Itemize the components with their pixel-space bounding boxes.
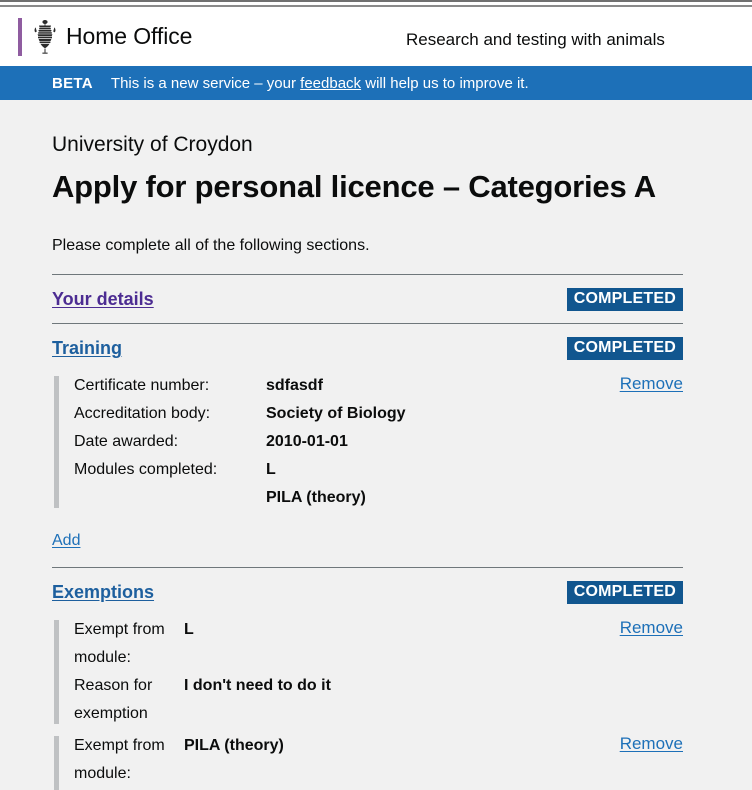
task-section-exemptions: Exemptions COMPLETED (52, 568, 683, 616)
detail-value-line: PILA (theory) (266, 489, 366, 507)
phase-text-before: This is a new service – your (110, 74, 296, 92)
window-top-edge (0, 0, 752, 7)
remove-link[interactable]: Remove (620, 618, 683, 638)
training-entry: Remove Certificate number: sdfasdf Accre… (52, 372, 683, 512)
sidebar-item-exemptions[interactable]: Exemptions (52, 582, 154, 603)
site-header: Home Office Research and testing with an… (0, 7, 752, 66)
detail-value: Society of Biology (266, 405, 406, 423)
phase-banner: BETA This is a new service – your feedba… (0, 66, 752, 100)
task-section-training: Training COMPLETED (52, 324, 683, 372)
phase-banner-text: This is a new service – your feedback wi… (111, 75, 529, 92)
status-badge: COMPLETED (566, 580, 683, 604)
detail-value: L (184, 621, 194, 639)
task-list: Your details COMPLETED Training COMPLETE… (52, 274, 683, 790)
main-content: University of Croydon Apply for personal… (0, 100, 752, 790)
detail-value: 2010-01-01 (266, 433, 348, 451)
remove-link[interactable]: Remove (620, 734, 683, 754)
detail-value: PILA (theory) (184, 737, 284, 755)
exemption-entry: Remove Exempt from module: PILA (theory)… (52, 732, 683, 790)
detail-value: I don't need to do it (184, 677, 331, 695)
detail-row: Certificate number: sdfasdf (74, 372, 683, 400)
detail-row: Exempt from module: PILA (theory) (74, 732, 683, 788)
detail-label: Exempt from module: (74, 621, 165, 667)
detail-label: Modules completed: (74, 461, 218, 479)
detail-label: Reason for exemption (74, 677, 153, 723)
detail-row: Date awarded: 2010-01-01 (74, 428, 683, 456)
remove-link[interactable]: Remove (620, 374, 683, 394)
detail-label: Exempt from module: (74, 737, 165, 783)
detail-value: sdfasdf (266, 377, 323, 395)
service-name: Research and testing with animals (406, 30, 665, 49)
organisation-name: Home Office (66, 23, 193, 49)
status-badge: COMPLETED (566, 287, 683, 311)
detail-row: Reason for exemption I don't need to do … (74, 672, 683, 728)
detail-value-multiline: L PILA (theory) (266, 456, 366, 512)
page-title: Apply for personal licence – Categories … (52, 169, 656, 204)
royal-crest-icon (34, 19, 56, 54)
sidebar-item-your-details[interactable]: Your details (52, 289, 154, 310)
phase-text-after: will help us to improve it. (365, 74, 529, 92)
detail-label: Certificate number: (74, 377, 210, 395)
detail-label: Date awarded: (74, 433, 179, 451)
home-office-logo[interactable]: Home Office (18, 17, 193, 56)
sidebar-item-training[interactable]: Training (52, 338, 122, 359)
task-section-your-details: Your details COMPLETED (52, 275, 683, 323)
detail-row: Accreditation body: Society of Biology (74, 400, 683, 428)
phase-tag-beta: BETA (52, 74, 93, 92)
brand-accent-bar (18, 17, 22, 56)
add-training-link[interactable]: Add (52, 532, 80, 550)
status-badge: COMPLETED (566, 336, 683, 360)
exemption-entry: Remove Exempt from module: L Reason for … (52, 616, 683, 728)
feedback-link[interactable]: feedback (300, 75, 361, 92)
page-caption: University of Croydon (52, 133, 253, 156)
detail-row: Modules completed: L PILA (theory) (74, 456, 683, 512)
detail-value-line: L (266, 461, 276, 479)
detail-row: Exempt from module: L (74, 616, 683, 672)
detail-label: Accreditation body: (74, 405, 211, 423)
intro-text: Please complete all of the following sec… (52, 237, 370, 255)
